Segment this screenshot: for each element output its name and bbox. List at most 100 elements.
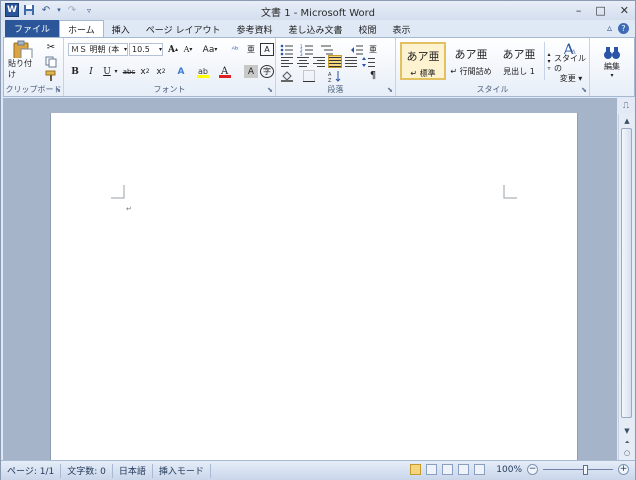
bold-icon[interactable]: B	[68, 65, 82, 78]
zoom-out-icon[interactable]: −	[527, 464, 538, 475]
status-word-count[interactable]: 文字数: 0	[61, 463, 113, 478]
copy-icon[interactable]	[44, 55, 58, 68]
tab-mailings[interactable]: 差し込み文書	[280, 21, 350, 37]
font-color-icon[interactable]: A	[218, 65, 232, 78]
print-layout-view-icon[interactable]	[410, 464, 422, 475]
zoom-level[interactable]: 100%	[496, 465, 522, 475]
document-page[interactable]: ↵	[50, 113, 578, 463]
font-name-combo[interactable]: ＭＳ 明朝 (本 ▾	[68, 43, 128, 56]
zoom-slider[interactable]	[543, 464, 613, 475]
zoom-controls: 100% − +	[410, 464, 629, 475]
paragraph-mark-icon: ↵	[126, 205, 132, 213]
browse-object-icon[interactable]: ○	[619, 446, 635, 459]
full-screen-reading-view-icon[interactable]	[426, 464, 438, 475]
font-launcher-icon[interactable]: ⬊	[267, 86, 273, 94]
close-icon[interactable]: ✕	[620, 4, 629, 17]
change-styles-icon: AA	[562, 40, 578, 54]
character-shading-icon[interactable]: A	[244, 65, 258, 78]
superscript-icon[interactable]: x2	[154, 65, 168, 78]
status-language[interactable]: 日本語	[113, 463, 153, 478]
web-layout-view-icon[interactable]	[442, 464, 454, 475]
style-preview: あア亜	[454, 48, 488, 61]
scroll-up-icon[interactable]: ▲	[619, 114, 635, 127]
chevron-down-icon: ▾	[158, 46, 162, 53]
format-painter-icon[interactable]	[44, 69, 58, 82]
group-font: ＭＳ 明朝 (本 ▾ 10.5 ▾ A ▴ A ▾ Aa ▾ ᴬᵇ 亜 A B I U ▾…	[64, 38, 276, 96]
enclose-characters-icon[interactable]: 字	[260, 65, 274, 78]
underline-icon[interactable]: U	[100, 65, 114, 78]
highlight-icon[interactable]: ab	[196, 65, 210, 78]
change-styles-label-2: 変更 ▾	[559, 74, 583, 83]
crop-mark-top-right	[503, 185, 517, 199]
style-normal[interactable]: あア亜 ↵ 標準	[400, 42, 446, 80]
zoom-in-icon[interactable]: +	[618, 464, 629, 475]
phonetic-guide-icon[interactable]: 亜	[244, 43, 258, 56]
align-right-icon[interactable]	[312, 55, 326, 68]
style-no-spacing[interactable]: あア亜 ↵ 行間詰め	[448, 42, 494, 80]
text-effects-icon[interactable]: A	[174, 65, 188, 78]
italic-icon[interactable]: I	[84, 65, 98, 78]
tab-page-layout[interactable]: ページ レイアウト	[138, 21, 229, 37]
styles-launcher-icon[interactable]: ⬊	[581, 86, 587, 94]
window-title: 文書 1 - Microsoft Word	[261, 8, 375, 19]
outline-view-icon[interactable]	[458, 464, 470, 475]
font-size-combo[interactable]: 10.5 ▾	[129, 43, 163, 56]
font-name-value: ＭＳ 明朝 (本	[71, 45, 120, 54]
clipboard-launcher-icon[interactable]: ⬊	[55, 86, 61, 94]
change-styles-label: スタイルの	[554, 54, 586, 73]
tab-references[interactable]: 参考資料	[228, 21, 280, 37]
minimize-icon[interactable]: –	[576, 4, 582, 17]
style-name: ↵ 標準	[410, 69, 436, 78]
subscript-icon[interactable]: x2	[138, 65, 152, 78]
character-border-icon[interactable]: A	[260, 43, 274, 56]
paragraph-launcher-icon[interactable]: ⬊	[387, 86, 393, 94]
group-styles: あア亜 ↵ 標準 あア亜 ↵ 行間詰め あア亜 見出し 1 ▴▾▿ AA スタイ…	[396, 38, 590, 96]
group-paragraph: 123 亜 A Z ¶ 段落 ⬊	[276, 38, 396, 96]
ribbon: 貼り付け ✂ クリップボード ⬊ ＭＳ 明朝 (本 ▾ 10.5 ▾ A ▴ A ▾ A…	[3, 37, 635, 97]
underline-dropdown-icon[interactable]: ▾	[113, 65, 119, 78]
borders-icon[interactable]	[302, 69, 316, 82]
title-bar: W ↶ ▾ ↷ ▿ 文書 1 - Microsoft Word – □ ✕	[1, 1, 635, 20]
ruler-toggle-icon[interactable]: ⎍	[618, 98, 634, 114]
cut-icon[interactable]: ✂	[44, 41, 58, 54]
align-left-icon[interactable]	[280, 55, 294, 68]
strikethrough-icon[interactable]: abc	[122, 65, 136, 78]
tab-file[interactable]: ファイル	[5, 20, 60, 37]
editing-button[interactable]: 編集 ▾	[594, 40, 630, 84]
show-marks-icon[interactable]: ¶	[366, 69, 380, 82]
sort-icon[interactable]: AZ	[328, 69, 342, 82]
help-icon[interactable]: ?	[618, 23, 629, 34]
svg-text:ab: ab	[198, 67, 208, 76]
tab-insert[interactable]: 挿入	[104, 21, 138, 37]
change-styles-button[interactable]: AA スタイルの 変更 ▾	[554, 40, 588, 84]
align-center-icon[interactable]	[296, 55, 310, 68]
style-preview: あア亜	[406, 50, 440, 63]
scrollbar-thumb[interactable]	[621, 128, 632, 418]
justify-icon[interactable]	[328, 55, 342, 68]
tab-home[interactable]: ホーム	[59, 20, 104, 37]
paste-label: 貼り付け	[8, 59, 32, 79]
tab-view[interactable]: 表示	[385, 21, 419, 37]
status-page[interactable]: ページ: 1/1	[1, 463, 62, 478]
style-heading-1[interactable]: あア亜 見出し 1	[496, 42, 542, 80]
clear-formatting-icon[interactable]: ᴬᵇ	[228, 43, 242, 56]
maximize-icon[interactable]: □	[595, 4, 605, 17]
minimize-ribbon-icon[interactable]: ▵	[607, 23, 612, 34]
styles-scroll[interactable]: ▴ ▾ ▿	[544, 42, 553, 80]
shading-icon[interactable]	[280, 69, 294, 82]
zoom-slider-thumb[interactable]	[583, 465, 588, 475]
status-mode[interactable]: 挿入モード	[153, 463, 211, 478]
draft-view-icon[interactable]	[474, 464, 486, 475]
paste-button[interactable]: 貼り付け	[8, 40, 38, 80]
vertical-scrollbar[interactable]: ▲ ▼ ⏶ ○	[618, 114, 634, 460]
binoculars-icon	[604, 47, 620, 59]
grow-font-icon[interactable]: A ▴	[166, 43, 180, 56]
distributed-icon[interactable]	[344, 55, 358, 68]
tab-review[interactable]: 校閲	[350, 21, 384, 37]
line-spacing-icon[interactable]	[362, 55, 376, 68]
change-case-button[interactable]: Aa ▾	[200, 43, 220, 56]
change-case-label: Aa	[202, 44, 215, 55]
svg-text:Z: Z	[328, 78, 332, 82]
paragraph-group-label: 段落	[327, 85, 344, 94]
shrink-font-icon[interactable]: A ▾	[181, 43, 195, 56]
